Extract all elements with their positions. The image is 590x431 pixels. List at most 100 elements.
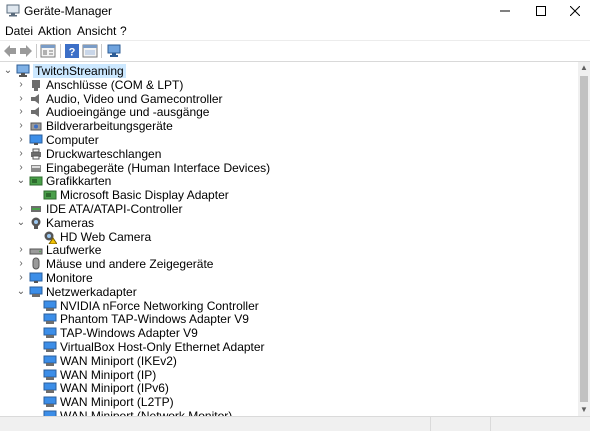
window-title: Geräte-Manager (24, 4, 113, 18)
forward-arrow-icon[interactable] (18, 43, 34, 59)
scroll-thumb[interactable] (580, 76, 588, 402)
tree-item[interactable]: VirtualBox Host-Only Ethernet Adapter (0, 340, 578, 354)
menu-datei[interactable]: Datei (5, 24, 33, 38)
scan-hardware-icon[interactable] (106, 43, 122, 59)
tree-item[interactable]: WAN Miniport (IKEv2) (0, 354, 578, 368)
tree-item[interactable]: ⌄ Grafikkarten (0, 174, 578, 188)
tree-item[interactable]: › Druckwarteschlangen (0, 147, 578, 161)
toolbar-separator (60, 44, 61, 58)
speaker-icon (31, 93, 39, 104)
tree-item-label: IDE ATA/ATAPI-Controller (46, 202, 183, 216)
tree-item-label: Eingabegeräte (Human Interface Devices) (46, 160, 271, 175)
menu-ansicht[interactable]: Ansicht (77, 24, 116, 38)
tree-item[interactable]: › Bildverarbeitungsgeräte (0, 119, 578, 133)
status-segment (430, 417, 491, 431)
toolbar-separator (36, 44, 37, 58)
display-adapter-icon (43, 190, 57, 200)
tree-item-label: Kameras (46, 215, 95, 230)
network-icon (43, 313, 57, 325)
tree-item[interactable]: › Anschlüsse (COM & LPT) (0, 78, 578, 92)
menu-help[interactable]: ? (120, 24, 127, 38)
chevron-right-icon[interactable]: › (16, 147, 26, 161)
status-bar (0, 416, 590, 431)
chevron-right-icon[interactable]: › (16, 257, 26, 271)
tree-item[interactable]: › Laufwerke (0, 243, 578, 257)
chevron-right-icon[interactable]: › (16, 105, 26, 119)
network-icon (43, 396, 57, 408)
tree-item-label: Audioeingänge und -ausgänge (46, 105, 210, 120)
chevron-right-icon[interactable]: › (16, 243, 26, 257)
properties-icon[interactable] (40, 43, 56, 59)
tree-item-label: HD Web Camera (60, 229, 152, 244)
svg-text:?: ? (69, 47, 76, 59)
network-icon (43, 341, 57, 352)
drive-icon (29, 248, 43, 255)
chevron-right-icon[interactable]: › (16, 202, 26, 216)
close-button[interactable] (558, 0, 590, 22)
tree-item[interactable]: WAN Miniport (IP) (0, 368, 578, 382)
maximize-button[interactable] (524, 0, 558, 22)
network-icon (43, 300, 57, 311)
network-icon (29, 286, 43, 297)
tree-item[interactable]: TAP-Windows Adapter V9 (0, 326, 578, 340)
network-icon (43, 410, 57, 416)
view-icon[interactable] (82, 43, 98, 59)
tree-item[interactable]: Microsoft Basic Display Adapter (0, 188, 578, 202)
toolbar: ? (0, 40, 590, 62)
network-icon (43, 355, 57, 366)
menu-aktion[interactable]: Aktion (38, 24, 71, 38)
tree-item[interactable]: WAN Miniport (Network Monitor) (0, 409, 578, 416)
ide-icon (31, 206, 41, 212)
close-icon (570, 6, 580, 16)
network-icon (43, 382, 57, 394)
chevron-down-icon[interactable]: ⌄ (3, 64, 13, 78)
vertical-scrollbar[interactable]: ▲ ▼ (578, 62, 590, 416)
tree-item[interactable]: ⌄ Netzwerkadapter (0, 285, 578, 299)
tree-item[interactable]: HD Web Camera (0, 230, 578, 244)
tree-item-label: Druckwarteschlangen (46, 146, 162, 161)
title-bar[interactable]: Geräte-Manager (0, 0, 590, 22)
tree-item-label: WAN Miniport (IPv6) (60, 381, 169, 396)
tree-item[interactable]: › Audio, Video und Gamecontroller (0, 92, 578, 106)
tree-item[interactable]: ⌄ Kameras (0, 216, 578, 230)
tree-item[interactable]: › Computer (0, 133, 578, 147)
tree-item[interactable]: WAN Miniport (L2TP) (0, 395, 578, 409)
tree-item-label: Microsoft Basic Display Adapter (60, 188, 229, 203)
imaging-icon (30, 122, 42, 131)
minimize-button[interactable] (488, 0, 522, 22)
chevron-right-icon[interactable]: › (16, 119, 26, 133)
chevron-right-icon[interactable]: › (16, 161, 26, 175)
printer-icon (31, 148, 41, 160)
tree-item[interactable]: NVIDIA nForce Networking Controller (0, 299, 578, 313)
tree-item[interactable]: › IDE ATA/ATAPI-Controller (0, 202, 578, 216)
scroll-down-icon[interactable]: ▼ (578, 404, 590, 416)
tree-item-label: Computer (46, 133, 99, 147)
chevron-down-icon[interactable]: ⌄ (16, 174, 26, 188)
chevron-right-icon[interactable]: › (16, 133, 26, 147)
tree-item[interactable]: ⌄ TwitchStreaming (0, 64, 578, 78)
network-icon (43, 369, 57, 380)
scroll-up-icon[interactable]: ▲ (578, 62, 590, 74)
help-icon[interactable]: ? (64, 43, 80, 59)
back-arrow-icon[interactable] (2, 43, 18, 59)
device-manager-icon (6, 4, 20, 17)
maximize-icon (536, 6, 546, 16)
chevron-down-icon[interactable]: ⌄ (16, 285, 26, 299)
chevron-right-icon[interactable]: › (16, 92, 26, 106)
tree-item[interactable]: WAN Miniport (IPv6) (0, 381, 578, 395)
camera-warning-icon (44, 231, 57, 244)
chevron-right-icon[interactable]: › (16, 78, 26, 92)
monitor-icon (29, 134, 43, 145)
chevron-right-icon[interactable]: › (16, 271, 26, 285)
chevron-down-icon[interactable]: ⌄ (16, 216, 26, 230)
tree-item-label: Grafikkarten (46, 174, 112, 189)
tree-item[interactable]: › Monitore (0, 271, 578, 285)
tree-item[interactable]: Phantom TAP-Windows Adapter V9 (0, 312, 578, 326)
tree-item-label: WAN Miniport (IP) (60, 367, 157, 382)
tree-item[interactable]: › Eingabegeräte (Human Interface Devices) (0, 161, 578, 175)
tree-item[interactable]: › Mäuse und andere Zeigegeräte (0, 257, 578, 271)
tree-item[interactable]: › Audioeingänge und -ausgänge (0, 105, 578, 119)
device-tree: ⌄ TwitchStreaming › Anschlüsse (COM & LPT) ›… (0, 62, 578, 416)
tree-item-label: TAP-Windows Adapter V9 (60, 326, 198, 341)
speaker-icon (31, 107, 39, 118)
